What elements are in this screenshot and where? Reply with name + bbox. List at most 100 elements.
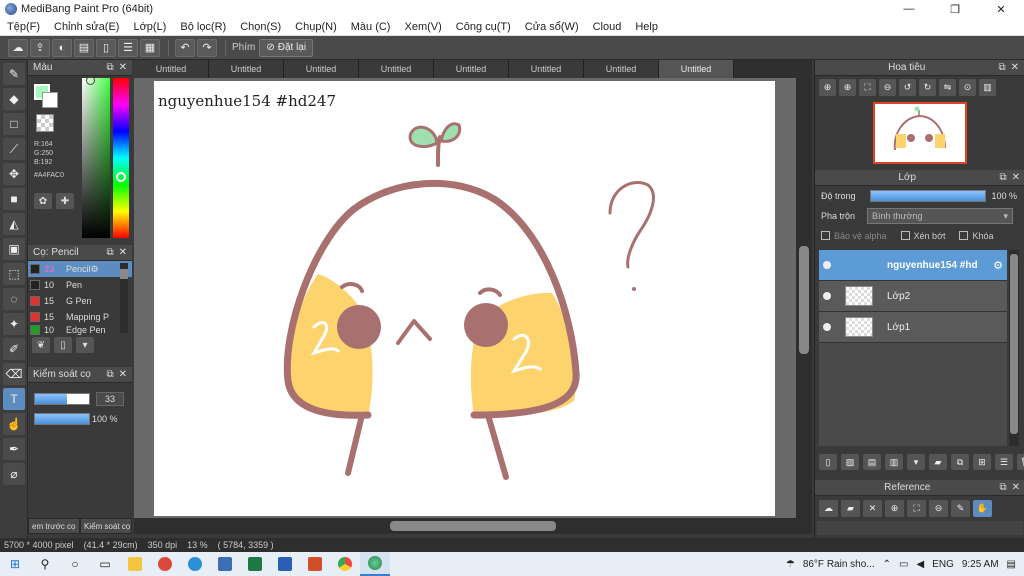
comment-icon[interactable]: ▤ [74, 38, 94, 57]
brush-item-mapping-pen[interactable]: 15 Mapping P [28, 309, 132, 325]
doc-tab[interactable]: Untitled [509, 60, 584, 78]
menu-color[interactable]: Màu (C) [344, 21, 398, 33]
cloud-icon[interactable]: ☁ [8, 38, 28, 57]
menu-filter[interactable]: Bộ lọc(R) [173, 21, 233, 33]
close-icon[interactable]: ✕ [1012, 172, 1020, 183]
new-halftone-layer-icon[interactable]: ▨ [841, 454, 859, 470]
tab-brush-control[interactable]: Kiểm soát cọ [80, 518, 132, 534]
select-rect-tool-icon[interactable]: ⬚ [3, 263, 25, 285]
select-eraser-tool-icon[interactable]: ⌫ [3, 363, 25, 385]
clock[interactable]: 9:25 AM [962, 559, 999, 570]
brush-tool-icon[interactable]: ✎ [3, 63, 25, 85]
eye-icon[interactable] [823, 292, 831, 300]
menu-layer[interactable]: Lớp(L) [126, 21, 173, 33]
reference-view[interactable] [817, 521, 1023, 535]
new-1bit-layer-icon[interactable]: ▥ [885, 454, 903, 470]
excel-icon[interactable] [240, 552, 270, 576]
close-button[interactable]: ✕ [978, 0, 1024, 18]
canvas-area[interactable]: nguyenhue154 #hd247 [134, 78, 796, 518]
tab-brush-preview[interactable]: em trước cọ [28, 518, 80, 534]
fit-icon[interactable]: ⛶ [907, 500, 926, 517]
saturation-value-picker[interactable] [82, 78, 110, 238]
sv-picker-knob[interactable] [86, 76, 95, 85]
menu-cloud[interactable]: Cloud [586, 21, 629, 33]
layer-item-lop2[interactable]: Lớp2 [819, 281, 1007, 312]
layer-list-scrollbar[interactable] [1009, 250, 1019, 446]
zoom-out-icon[interactable]: ⊖ [929, 500, 948, 517]
doc-tab-active[interactable]: Untitled [659, 60, 734, 78]
palette-add-icon[interactable]: ✚ [56, 193, 74, 209]
hue-slider[interactable] [113, 78, 129, 238]
menu-view[interactable]: Xem(V) [397, 21, 448, 33]
rotate-right-icon[interactable]: ↻ [919, 79, 936, 96]
fill-rect-tool-icon[interactable]: ■ [3, 188, 25, 210]
float-icon[interactable]: ⧉ [106, 369, 113, 380]
layer-menu-icon[interactable]: ☰ [995, 454, 1013, 470]
menu-snap[interactable]: Chụp(N) [288, 21, 344, 33]
add-layer-menu-icon[interactable]: ▾ [907, 454, 925, 470]
panel-icon[interactable]: ▦ [140, 38, 160, 57]
protect-alpha-checkbox[interactable]: Bảo vệ alpha [821, 231, 887, 241]
zoom-plus-icon[interactable]: ⊕ [839, 79, 856, 96]
cortana-icon[interactable]: ○ [60, 552, 90, 576]
speech-bubble-icon[interactable]: ◐ [52, 38, 72, 57]
blend-mode-select[interactable]: Bình thường ▾ [867, 208, 1014, 224]
brush-item-edge-pen[interactable]: 10 Edge Pen [28, 325, 132, 335]
gradient-tool-icon[interactable]: ▣ [3, 238, 25, 260]
network-icon[interactable]: ▭ [899, 559, 908, 570]
brush-copy-icon[interactable]: ▯ [54, 337, 72, 353]
brush-menu-icon[interactable]: ▾ [76, 337, 94, 353]
select-pen-tool-icon[interactable]: ✐ [3, 338, 25, 360]
palette-icon[interactable]: ✿ [34, 193, 52, 209]
menu-tools[interactable]: Công cụ(T) [449, 21, 518, 33]
move-tool-icon[interactable]: ✥ [3, 163, 25, 185]
bucket-tool-icon[interactable]: ◭ [3, 213, 25, 235]
zoom-out-icon[interactable]: ⊖ [879, 79, 896, 96]
rotate-left-icon[interactable]: ↺ [899, 79, 916, 96]
line-tool-icon[interactable]: ⟋ [3, 138, 25, 160]
monitor-icon[interactable] [210, 552, 240, 576]
undo-icon[interactable]: ↶ [175, 38, 195, 57]
chrome-icon[interactable] [330, 552, 360, 576]
menu-window[interactable]: Cửa sổ(W) [518, 21, 586, 33]
flip-icon[interactable]: ⇋ [939, 79, 956, 96]
lock-checkbox[interactable]: Khóa [959, 231, 994, 241]
menu-help[interactable]: Help [628, 21, 665, 33]
volume-icon[interactable]: ◀ [916, 559, 924, 570]
page-icon[interactable]: ▯ [96, 38, 116, 57]
eyedropper-icon[interactable]: ✎ [951, 500, 970, 517]
lasso-tool-icon[interactable]: ◌ [3, 288, 25, 310]
doc-tab[interactable]: Untitled [284, 60, 359, 78]
gear-icon[interactable]: ⚙ [993, 259, 1003, 272]
reset-view-icon[interactable]: ⊙ [959, 79, 976, 96]
canvas-horizontal-scrollbar[interactable] [134, 518, 812, 534]
background-color-swatch[interactable] [42, 92, 58, 108]
chevron-up-icon[interactable]: ⌃ [883, 559, 891, 570]
float-icon[interactable]: ⧉ [998, 62, 1005, 73]
gear-icon[interactable]: ⚙ [91, 264, 99, 275]
operation-tool-icon[interactable]: ☝ [3, 413, 25, 435]
clipping-checkbox[interactable]: Xén bớt [900, 231, 945, 241]
duplicate-layer-icon[interactable]: ⧉ [951, 454, 969, 470]
close-icon[interactable]: ✕ [119, 247, 127, 258]
layer-item-lop1[interactable]: Lớp1 [819, 312, 1007, 343]
brush-opacity-slider[interactable] [34, 413, 90, 425]
doc-tab[interactable]: Untitled [434, 60, 509, 78]
brush-item-g-pen[interactable]: 15 G Pen [28, 293, 132, 309]
list-icon[interactable]: ☰ [118, 38, 138, 57]
navigator-view[interactable] [815, 98, 1024, 168]
notification-icon[interactable]: ▤ [1007, 559, 1016, 570]
new-8bit-layer-icon[interactable]: ▤ [863, 454, 881, 470]
close-icon[interactable]: ✕ [119, 62, 127, 73]
share-icon[interactable]: ⇪ [30, 38, 50, 57]
language-indicator[interactable]: ENG [932, 559, 954, 570]
new-layer-icon[interactable]: ▯ [819, 454, 837, 470]
float-icon[interactable]: ⧉ [999, 482, 1006, 493]
edge-icon[interactable] [180, 552, 210, 576]
zoom-in-icon[interactable]: ⊕ [819, 79, 836, 96]
file-explorer-icon[interactable] [120, 552, 150, 576]
merge-layer-icon[interactable]: ⊞ [973, 454, 991, 470]
brush-item-pen[interactable]: 10 Pen [28, 277, 132, 293]
menu-select[interactable]: Chọn(S) [233, 21, 288, 33]
close-icon[interactable]: ✕ [119, 369, 127, 380]
